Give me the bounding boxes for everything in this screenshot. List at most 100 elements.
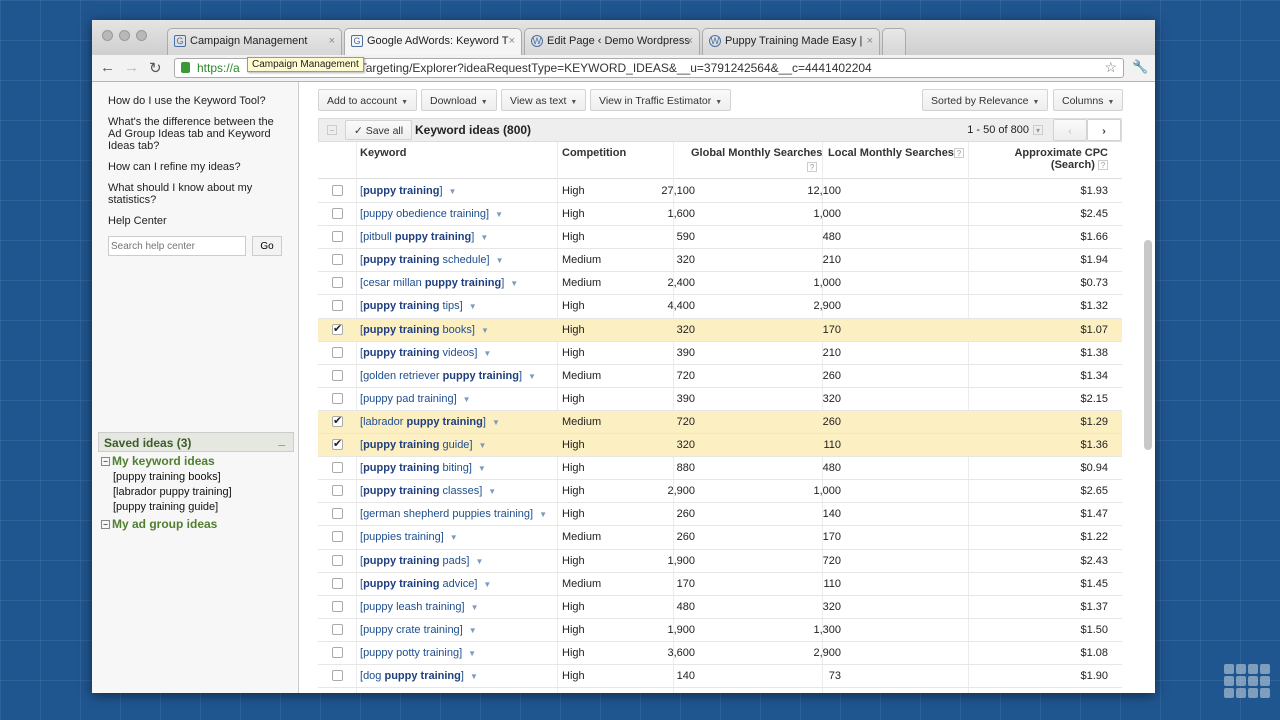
- help-center-link[interactable]: Help Center: [92, 215, 298, 227]
- reload-icon[interactable]: ↻: [149, 59, 162, 77]
- traffic-estimator-button[interactable]: View in Traffic Estimator ▼: [590, 89, 732, 111]
- row-checkbox[interactable]: [332, 554, 343, 566]
- keyword-link[interactable]: [puppies training] ▼: [360, 531, 458, 543]
- keyword-link[interactable]: [puppy training tips] ▼: [360, 300, 477, 312]
- dropdown-arrow-icon[interactable]: ▼: [492, 418, 500, 427]
- bookmark-star-icon[interactable]: ☆: [1104, 59, 1117, 76]
- dropdown-arrow-icon[interactable]: ▼: [528, 372, 536, 381]
- dropdown-arrow-icon[interactable]: ▼: [480, 233, 488, 242]
- dropdown-arrow-icon[interactable]: ▼: [496, 256, 504, 265]
- row-checkbox[interactable]: [332, 392, 343, 404]
- row-checkbox[interactable]: [332, 208, 343, 220]
- keyword-link[interactable]: [puppy leash training] ▼: [360, 601, 479, 613]
- next-page-button[interactable]: ›: [1087, 119, 1121, 141]
- row-checkbox[interactable]: [332, 277, 343, 289]
- keyword-link[interactable]: [puppy training] ▼: [360, 185, 456, 197]
- row-checkbox[interactable]: [332, 600, 343, 612]
- keyword-link[interactable]: [puppy training schedule] ▼: [360, 254, 504, 266]
- window-controls[interactable]: [102, 30, 147, 41]
- col-local[interactable]: Local Monthly Searches: [828, 147, 954, 159]
- wrench-icon[interactable]: 🔧: [1132, 59, 1148, 75]
- back-icon[interactable]: ←: [100, 59, 115, 76]
- keyword-link[interactable]: [puppy training classes] ▼: [360, 485, 496, 497]
- saved-item[interactable]: [puppy training books]: [98, 470, 294, 485]
- dropdown-arrow-icon[interactable]: ▼: [479, 441, 487, 450]
- row-checkbox[interactable]: [332, 623, 343, 635]
- help-icon[interactable]: ?: [1098, 160, 1108, 170]
- col-keyword[interactable]: Keyword: [360, 147, 406, 159]
- tab-keyword-tool[interactable]: G Google AdWords: Keyword T ×: [344, 28, 522, 55]
- keyword-link[interactable]: [puppy training guide] ▼: [360, 439, 486, 451]
- row-checkbox[interactable]: [332, 485, 343, 497]
- row-checkbox[interactable]: ✔: [332, 439, 343, 451]
- keyword-link[interactable]: [puppy training pads] ▼: [360, 555, 483, 567]
- dropdown-arrow-icon[interactable]: ▼: [471, 603, 479, 612]
- dropdown-arrow-icon[interactable]: ▼: [470, 672, 478, 681]
- col-global[interactable]: Global Monthly Searches: [691, 147, 822, 159]
- col-competition[interactable]: Competition: [562, 147, 626, 159]
- keyword-link[interactable]: [pitbull puppy training] ▼: [360, 231, 488, 243]
- tab-edit-page[interactable]: W Edit Page ‹ Demo Wordpress ×: [524, 28, 700, 55]
- dropdown-arrow-icon[interactable]: ▼: [475, 557, 483, 566]
- minimize-icon[interactable]: [119, 30, 130, 41]
- close-window-icon[interactable]: [102, 30, 113, 41]
- keyword-link[interactable]: [puppy obedience training] ▼: [360, 208, 503, 220]
- help-icon[interactable]: ?: [954, 148, 964, 158]
- view-as-text-button[interactable]: View as text ▼: [501, 89, 587, 111]
- new-tab-button[interactable]: [882, 28, 906, 55]
- row-checkbox[interactable]: ✔: [332, 415, 343, 427]
- columns-button[interactable]: Columns ▼: [1053, 89, 1124, 111]
- row-checkbox[interactable]: [332, 508, 343, 520]
- row-checkbox[interactable]: [332, 346, 343, 358]
- keyword-link[interactable]: [puppy training biting] ▼: [360, 462, 486, 474]
- search-help-input[interactable]: [108, 236, 246, 256]
- row-checkbox[interactable]: [332, 646, 343, 658]
- dropdown-arrow-icon[interactable]: ▼: [481, 326, 489, 335]
- keyword-link[interactable]: [puppy training videos] ▼: [360, 347, 491, 359]
- collapse-icon[interactable]: −: [101, 457, 110, 466]
- close-tab-icon[interactable]: ×: [687, 35, 693, 47]
- help-icon[interactable]: ?: [807, 162, 817, 172]
- keyword-link[interactable]: [puppy pad training] ▼: [360, 393, 471, 405]
- row-checkbox[interactable]: [332, 531, 343, 543]
- row-checkbox[interactable]: [332, 231, 343, 243]
- keyword-link[interactable]: [dog puppy training] ▼: [360, 670, 478, 682]
- dropdown-arrow-icon[interactable]: ▼: [450, 533, 458, 542]
- help-link[interactable]: What should I know about my statistics?: [92, 182, 298, 206]
- keyword-link[interactable]: [german shepherd puppies training] ▼: [360, 508, 547, 520]
- prev-page-button[interactable]: ‹: [1053, 119, 1087, 141]
- dropdown-arrow-icon[interactable]: ▼: [495, 210, 503, 219]
- dropdown-arrow-icon[interactable]: ▼: [539, 510, 547, 519]
- saved-item[interactable]: [labrador puppy training]: [98, 485, 294, 500]
- sort-button[interactable]: Sorted by Relevance ▼: [922, 89, 1049, 111]
- scrollbar[interactable]: [1144, 240, 1152, 450]
- dropdown-arrow-icon[interactable]: ▼: [483, 349, 491, 358]
- keyword-link[interactable]: [puppy crate training] ▼: [360, 624, 477, 636]
- keyword-link[interactable]: [labrador puppy training] ▼: [360, 416, 500, 428]
- keyword-link[interactable]: [puppy training advice] ▼: [360, 578, 491, 590]
- help-link[interactable]: What's the difference between the Ad Gro…: [92, 116, 298, 152]
- dropdown-arrow-icon[interactable]: ▼: [483, 580, 491, 589]
- col-cpc[interactable]: Approximate CPC (Search) ?: [1014, 147, 1108, 171]
- forward-icon[interactable]: →: [124, 59, 139, 76]
- collapse-icon[interactable]: −: [327, 125, 337, 135]
- saved-item[interactable]: [puppy training guide]: [98, 500, 294, 515]
- row-checkbox[interactable]: [332, 462, 343, 474]
- row-checkbox[interactable]: [332, 669, 343, 681]
- dropdown-arrow-icon[interactable]: ▼: [478, 464, 486, 473]
- keyword-link[interactable]: [puppy potty training] ▼: [360, 647, 476, 659]
- page-size-dropdown-icon[interactable]: ▾: [1033, 125, 1043, 135]
- row-checkbox[interactable]: [332, 577, 343, 589]
- my-keyword-ideas-group[interactable]: − My keyword ideas: [98, 452, 294, 470]
- row-checkbox[interactable]: [332, 369, 343, 381]
- close-tab-icon[interactable]: ×: [509, 35, 515, 47]
- dropdown-arrow-icon[interactable]: ▼: [463, 395, 471, 404]
- close-tab-icon[interactable]: ×: [867, 35, 873, 47]
- dropdown-arrow-icon[interactable]: ▼: [468, 649, 476, 658]
- collapse-icon[interactable]: −: [101, 520, 110, 529]
- zoom-icon[interactable]: [136, 30, 147, 41]
- dropdown-arrow-icon[interactable]: ▼: [449, 187, 457, 196]
- dropdown-arrow-icon[interactable]: ▼: [488, 487, 496, 496]
- add-to-account-button[interactable]: Add to account ▼: [318, 89, 417, 111]
- tab-campaign-management[interactable]: G Campaign Management ×: [167, 28, 342, 55]
